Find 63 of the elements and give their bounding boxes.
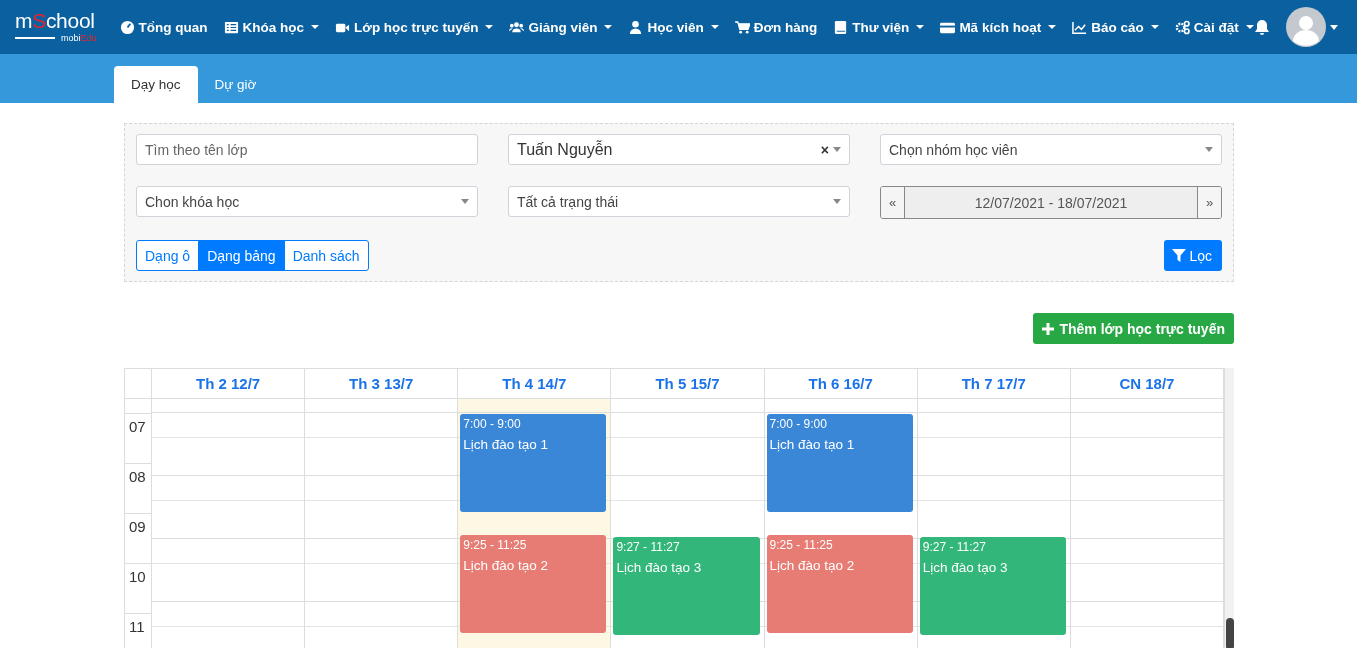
- calendar-event[interactable]: 7:00 - 9:00 Lịch đào tạo 1: [460, 414, 607, 512]
- users-icon: [509, 19, 525, 35]
- filter-icon: [1172, 248, 1187, 263]
- logo-subtitle: mobiEdu: [15, 33, 97, 43]
- day-header: Th 3 13/7: [305, 369, 459, 398]
- event-title: Lịch đào tạo 2: [769, 557, 856, 573]
- caret-icon[interactable]: [1329, 24, 1338, 30]
- day-header: Th 2 12/7: [152, 369, 306, 398]
- nav-item[interactable]: Giảng viên: [509, 19, 613, 35]
- tab[interactable]: Dạy học: [114, 66, 198, 103]
- event-title: Lịch đào tạo 2: [463, 557, 550, 573]
- nav-item[interactable]: Lớp học trực tuyến: [335, 19, 494, 35]
- nav-item[interactable]: Mã kích hoạt: [940, 19, 1057, 35]
- view-mode-button[interactable]: Danh sách: [283, 240, 369, 271]
- nav-item[interactable]: Thư viện: [833, 19, 925, 35]
- line-chart-icon: [1072, 19, 1088, 35]
- nav-item[interactable]: Đơn hàng: [734, 19, 818, 35]
- hour-label: 11: [125, 613, 151, 648]
- teacher-select[interactable]: Tuấn Nguyễn ×: [508, 134, 850, 165]
- event-time: 9:27 - 11:27: [616, 539, 681, 554]
- view-mode-button[interactable]: Dạng ô: [136, 240, 200, 271]
- dashboard-icon: [119, 19, 135, 35]
- search-field[interactable]: Tìm theo tên lớp: [136, 134, 478, 165]
- avatar-icon[interactable]: [1285, 7, 1326, 47]
- nav-item[interactable]: Báo cáo: [1072, 19, 1159, 35]
- day-header: Th 6 16/7: [764, 369, 918, 398]
- user-icon: [628, 19, 644, 35]
- group-select[interactable]: Chọn nhóm học viên: [880, 134, 1222, 165]
- day-header: Th 5 15/7: [611, 369, 765, 398]
- day-header: CN 18/7: [1070, 369, 1224, 398]
- event-time: 9:25 - 11:25: [769, 537, 834, 552]
- hour-label: 09: [125, 513, 151, 563]
- logo-title: mSchool: [15, 11, 95, 31]
- gears-icon: [1174, 19, 1190, 35]
- nav-item[interactable]: Tổng quan: [119, 19, 208, 35]
- nav-item[interactable]: Cài đặt: [1174, 19, 1254, 35]
- cart-icon: [734, 19, 750, 35]
- event-title: Lịch đào tạo 1: [769, 437, 856, 452]
- event-title: Lịch đào tạo 3: [922, 559, 1009, 575]
- hour-label: 10: [125, 563, 151, 613]
- day-header: Th 4 14/7: [458, 369, 612, 398]
- event-time: 9:25 - 11:25: [463, 537, 528, 552]
- event-title: Lịch đào tạo 3: [616, 559, 703, 575]
- hour-label: 07: [125, 413, 151, 463]
- view-mode-button[interactable]: Dạng bảng: [198, 240, 285, 271]
- calendar-event[interactable]: 7:00 - 9:00 Lịch đào tạo 1: [766, 414, 913, 512]
- event-time: 7:00 - 9:00: [463, 417, 522, 431]
- plus-icon: [1042, 322, 1055, 335]
- event-time: 9:27 - 11:27: [922, 539, 987, 554]
- event-time: 7:00 - 9:00: [769, 417, 828, 431]
- day-header: Th 7 17/7: [917, 369, 1071, 398]
- scrollbar[interactable]: [1224, 368, 1234, 648]
- nav-item[interactable]: Khóa học: [223, 19, 320, 35]
- list-icon: [223, 19, 239, 35]
- bell-icon[interactable]: [1253, 18, 1270, 36]
- filter-button[interactable]: Lọc: [1164, 240, 1222, 271]
- event-title: Lịch đào tạo 1: [463, 437, 550, 452]
- clear-button[interactable]: ×: [820, 141, 829, 158]
- hour-label: 08: [125, 463, 151, 513]
- status-select[interactable]: Tất cả trạng thái: [508, 186, 850, 217]
- nav-item[interactable]: Học viên: [628, 19, 719, 35]
- book-icon: [833, 19, 849, 35]
- course-select[interactable]: Chon khóa học: [136, 186, 478, 217]
